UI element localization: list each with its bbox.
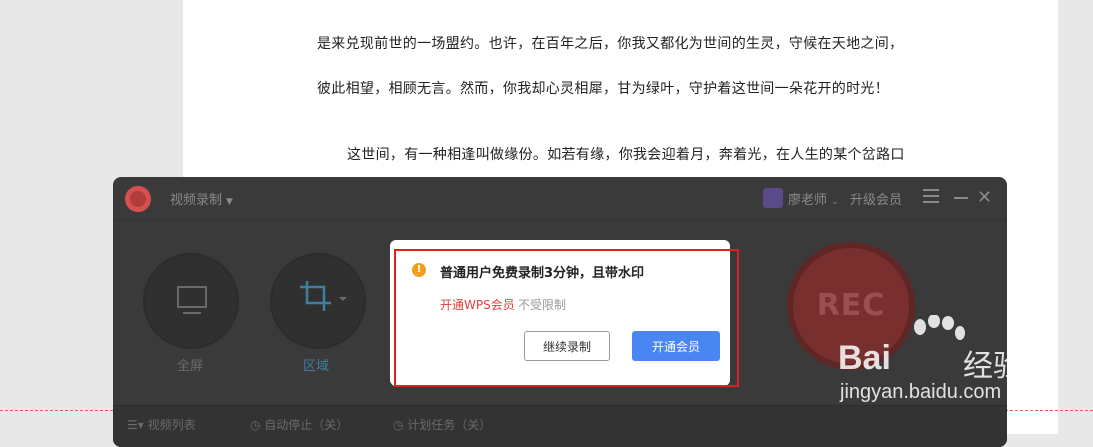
fullscreen-mode-button[interactable] xyxy=(143,253,239,349)
monitor-icon xyxy=(177,286,207,314)
paw-icon xyxy=(914,315,965,340)
video-list-label: 视频列表 xyxy=(147,418,196,432)
watermark-brand: Bai xyxy=(838,339,891,377)
recorder-titlebar: 视频录制 ▼ 廖老师 ⌄ 升级会员 ✕ xyxy=(113,177,1007,220)
menu-icon[interactable] xyxy=(923,189,939,203)
user-menu[interactable]: 廖老师 ⌄ xyxy=(788,189,839,208)
open-wps-member-link[interactable]: 开通WPS会员 xyxy=(440,296,515,313)
recorder-logo-icon xyxy=(125,186,151,212)
user-avatar[interactable] xyxy=(763,188,783,208)
close-icon[interactable]: ✕ xyxy=(977,187,992,208)
recorder-mode-dropdown[interactable]: 视频录制 ▼ xyxy=(170,189,233,208)
dialog-title: 普通用户免费录制3分钟，且带水印 xyxy=(440,266,645,281)
continue-recording-button[interactable]: 继续录制 xyxy=(524,331,610,361)
user-name: 廖老师 xyxy=(788,193,828,208)
watermark-brand-cn: 经验 xyxy=(963,349,1023,384)
member-limit-dialog: ! 普通用户免费录制3分钟，且带水印 开通WPS会员 不受限制 继续录制 开通会… xyxy=(390,240,730,386)
document-line-1: 是来兑现前世的一场盟约。也许，在百年之后，你我又都化为世间的生灵，守候在天地之间… xyxy=(317,36,904,52)
region-label: 区域 xyxy=(303,359,330,374)
open-member-button[interactable]: 开通会员 xyxy=(632,331,720,361)
watermark-url: jingyan.baidu.com xyxy=(840,381,1002,403)
scheduled-task-button[interactable]: ◷ 计划任务（关） xyxy=(393,416,491,433)
auto-stop-label: 自动停止（关） xyxy=(264,418,349,432)
warning-icon: ! xyxy=(412,263,426,277)
chevron-down-icon: ⌄ xyxy=(831,197,839,207)
crop-icon xyxy=(300,281,347,311)
recorder-title: 视频录制 xyxy=(170,193,223,208)
minimize-icon[interactable] xyxy=(954,197,968,199)
scheduled-task-label: 计划任务（关） xyxy=(407,418,492,432)
upgrade-link[interactable]: 升级会员 xyxy=(850,189,902,208)
document-line-2: 彼此相望，相顾无言。然而，你我却心灵相犀，甘为绿叶，守护着这世间一朵花开的时光！ xyxy=(317,81,889,97)
video-list-button[interactable]: ☰▾ 视频列表 xyxy=(127,416,196,433)
no-limit-text: 不受限制 xyxy=(518,298,567,312)
fullscreen-label: 全屏 xyxy=(177,359,204,374)
auto-stop-button[interactable]: ◷ 自动停止（关） xyxy=(250,416,348,433)
document-line-3: 这世间，有一种相逢叫做缘份。如若有缘，你我会迎着月，奔着光，在人生的某个岔路口 xyxy=(347,147,905,163)
region-mode-button[interactable] xyxy=(270,253,366,349)
caret-down-icon: ▼ xyxy=(226,197,233,207)
baidu-watermark: Bai 经验 jingyan.baidu.com xyxy=(838,315,1038,415)
